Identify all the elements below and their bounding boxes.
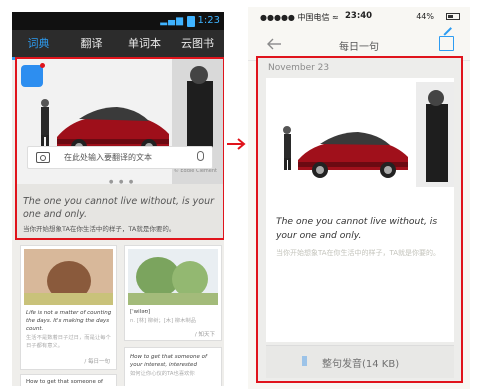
- carrier-label: ●●●●● 中国电信 ≈: [260, 13, 339, 22]
- tile-text-en: How to get that someone of: [26, 379, 103, 385]
- battery-percent: 44%: [416, 12, 434, 21]
- tile-text-cn: 生活不是数着日子过日，而是让每个日子都有意义。: [26, 335, 111, 349]
- sentence-date: November 23: [268, 63, 330, 73]
- tile-text-en: How to get that someone of your interest…: [130, 354, 207, 368]
- daily-sentence-detail: November 23 The one you cannot live with…: [256, 56, 463, 383]
- tile-definition: n. [林] 柳树；[木] 柳木制品: [130, 318, 197, 324]
- tile-text-cn: 如何让你心仪的TA也喜欢你: [130, 371, 195, 377]
- status-time: 1:23: [197, 15, 220, 26]
- battery-icon: [446, 13, 460, 20]
- tab-translate[interactable]: 翻译: [65, 30, 118, 60]
- search-bar[interactable]: 在此处输入要翻译的文本: [27, 146, 213, 169]
- tab-dictionary[interactable]: 词典: [12, 30, 65, 60]
- wifi-icon: ▂▄▆: [160, 16, 184, 26]
- content-tile[interactable]: Life is not a matter of counting the day…: [20, 245, 117, 370]
- girl-photo: [24, 249, 113, 305]
- content-tile[interactable]: [ˈwiləʊ] n. [林] 柳树；[木] 柳木制品 / 知天下: [124, 245, 222, 341]
- willow-photo: [128, 249, 218, 305]
- quote-english: The one you cannot live without, is your…: [23, 196, 214, 220]
- status-time: 23:40: [345, 11, 373, 21]
- android-screen: ▂▄▆ 1:23 词典 翻译 单词本 云图书 © Eddie Clement 在…: [12, 12, 224, 386]
- share-icon[interactable]: [439, 36, 454, 51]
- car-photo: [266, 82, 454, 212]
- tile-source: / 每日一句: [84, 359, 110, 365]
- quote-chinese: 当你开始想象TA在你生活中的样子，TA就是你要的。: [23, 225, 176, 233]
- logo-icon: [21, 63, 45, 87]
- search-input[interactable]: 在此处输入要翻译的文本: [64, 152, 152, 163]
- tab-cloud-books[interactable]: 云图书: [171, 30, 224, 60]
- carousel-dots: ● ● ●: [109, 179, 136, 185]
- page-title: 每日一句: [339, 42, 379, 53]
- tile-source: / 知天下: [194, 332, 215, 338]
- content-tile[interactable]: How to get that someone of your interest…: [124, 347, 222, 386]
- hero-image: [266, 82, 454, 230]
- android-status-bar: ▂▄▆ 1:23: [12, 12, 224, 30]
- microphone-icon[interactable]: [197, 151, 204, 161]
- play-sentence-label: 整句发音(14 KB): [322, 359, 400, 370]
- play-sentence-button[interactable]: 整句发音(14 KB): [266, 345, 454, 378]
- tab-wordbook[interactable]: 单词本: [118, 30, 171, 60]
- quote-english: The one you cannot live without, is your…: [276, 216, 438, 241]
- quote-chinese: 当你开始想象TA在你生活中的样子，TA就是你要的。: [276, 249, 441, 257]
- tab-bar: 词典 翻译 单词本 云图书: [12, 30, 224, 60]
- ios-status-bar: ●●●●● 中国电信 ≈ 23:40 44%: [248, 7, 470, 27]
- content-tile[interactable]: How to get that someone of: [20, 374, 117, 386]
- speaker-icon: [302, 356, 311, 366]
- sentence-panel: The one you cannot live without, is your…: [266, 78, 454, 342]
- right-arrow-icon: [227, 138, 246, 150]
- tile-text-en: Life is not a matter of counting the day…: [26, 310, 112, 332]
- camera-icon[interactable]: [36, 152, 50, 163]
- daily-sentence-card[interactable]: © Eddie Clement 在此处输入要翻译的文本 ● ● ● The on…: [15, 57, 224, 240]
- tile-phonetic: [ˈwiləʊ]: [130, 309, 151, 315]
- battery-icon: [187, 16, 195, 27]
- ios-screen: ●●●●● 中国电信 ≈ 23:40 44% 每日一句 November 23: [248, 7, 470, 389]
